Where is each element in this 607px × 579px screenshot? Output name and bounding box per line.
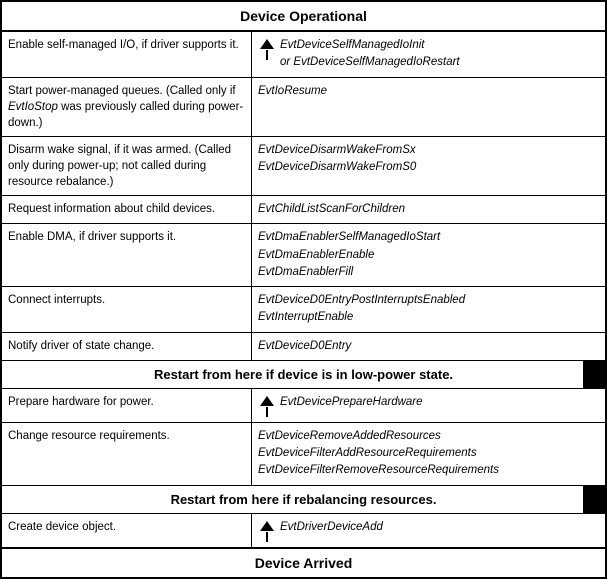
arrow-line bbox=[266, 407, 268, 417]
left-cell: Change resource requirements. bbox=[2, 423, 252, 485]
right-cell-text: EvtIoResume bbox=[258, 83, 599, 100]
right-cell: EvtDmaEnablerSelfManagedIoStartEvtDmaEna… bbox=[252, 224, 605, 286]
arrow-line bbox=[266, 50, 268, 60]
left-cell: Connect interrupts. bbox=[2, 287, 252, 332]
left-cell: Disarm wake signal, if it was armed. (Ca… bbox=[2, 137, 252, 195]
arrow-head bbox=[260, 396, 274, 406]
left-cell: Create device object. bbox=[2, 514, 252, 547]
arrow-up-icon bbox=[258, 394, 276, 417]
rows-group-1: Enable self-managed I/O, if driver suppo… bbox=[2, 32, 605, 360]
header-title: Device Operational bbox=[240, 8, 367, 24]
rows-group-2: Prepare hardware for power. EvtDevicePrep… bbox=[2, 389, 605, 485]
footer: Device Arrived bbox=[2, 547, 605, 577]
right-cell: EvtDevicePrepareHardware bbox=[252, 389, 605, 422]
arrow-head bbox=[260, 39, 274, 49]
table-row: Disarm wake signal, if it was armed. (Ca… bbox=[2, 137, 605, 196]
table-row: Change resource requirements.EvtDeviceRe… bbox=[2, 423, 605, 485]
arrow-line bbox=[266, 532, 268, 542]
right-cell: EvtChildListScanForChildren bbox=[252, 196, 605, 223]
table-row: Start power-managed queues. (Called only… bbox=[2, 78, 605, 137]
banner-rebalancing: Restart from here if rebalancing resourc… bbox=[2, 485, 605, 514]
left-cell: Request information about child devices. bbox=[2, 196, 252, 223]
right-cell-text: EvtDmaEnablerSelfManagedIoStartEvtDmaEna… bbox=[258, 229, 599, 281]
right-cell-text: EvtDriverDeviceAdd bbox=[280, 519, 599, 536]
left-cell: Notify driver of state change. bbox=[2, 333, 252, 360]
right-cell-text: EvtDevicePrepareHardware bbox=[280, 394, 599, 411]
right-cell: EvtDeviceDisarmWakeFromSxEvtDeviceDisarm… bbox=[252, 137, 605, 195]
right-cell-text: EvtDeviceD0EntryPostInterruptsEnabledEvt… bbox=[258, 292, 599, 327]
arrow-up-icon bbox=[258, 37, 276, 60]
banner-low-power-text: Restart from here if device is in low-po… bbox=[154, 367, 453, 382]
left-cell: Enable self-managed I/O, if driver suppo… bbox=[2, 32, 252, 77]
table-row: Connect interrupts.EvtDeviceD0EntryPostI… bbox=[2, 287, 605, 333]
right-cell-text: EvtChildListScanForChildren bbox=[258, 201, 599, 218]
table-row: Prepare hardware for power. EvtDevicePrep… bbox=[2, 389, 605, 423]
header: Device Operational bbox=[2, 2, 605, 32]
rows-group-3: Create device object. EvtDriverDeviceAdd bbox=[2, 514, 605, 547]
table-row: Enable self-managed I/O, if driver suppo… bbox=[2, 32, 605, 78]
arrow-up-icon bbox=[258, 519, 276, 542]
arrow-head bbox=[260, 521, 274, 531]
main-container: Device Operational Enable self-managed I… bbox=[0, 0, 607, 579]
table-row: Enable DMA, if driver supports it.EvtDma… bbox=[2, 224, 605, 287]
right-cell: EvtIoResume bbox=[252, 78, 605, 136]
right-cell: EvtDeviceD0Entry bbox=[252, 333, 605, 360]
right-cell: EvtDeviceSelfManagedIoInitor EvtDeviceSe… bbox=[252, 32, 605, 77]
black-box-2 bbox=[583, 486, 605, 513]
right-cell: EvtDriverDeviceAdd bbox=[252, 514, 605, 547]
table-row: Create device object. EvtDriverDeviceAdd bbox=[2, 514, 605, 547]
left-cell: Enable DMA, if driver supports it. bbox=[2, 224, 252, 286]
left-cell: Prepare hardware for power. bbox=[2, 389, 252, 422]
black-box-1 bbox=[583, 361, 605, 388]
right-cell-text: EvtDeviceDisarmWakeFromSxEvtDeviceDisarm… bbox=[258, 142, 599, 177]
right-cell: EvtDeviceD0EntryPostInterruptsEnabledEvt… bbox=[252, 287, 605, 332]
banner-low-power: Restart from here if device is in low-po… bbox=[2, 360, 605, 389]
right-cell-text: EvtDeviceSelfManagedIoInitor EvtDeviceSe… bbox=[280, 37, 599, 72]
footer-title: Device Arrived bbox=[255, 555, 353, 571]
banner-rebalancing-text: Restart from here if rebalancing resourc… bbox=[171, 492, 437, 507]
right-cell-text: EvtDeviceRemoveAddedResourcesEvtDeviceFi… bbox=[258, 428, 599, 480]
right-cell: EvtDeviceRemoveAddedResourcesEvtDeviceFi… bbox=[252, 423, 605, 485]
left-cell: Start power-managed queues. (Called only… bbox=[2, 78, 252, 136]
right-cell-text: EvtDeviceD0Entry bbox=[258, 338, 599, 355]
table-row: Request information about child devices.… bbox=[2, 196, 605, 224]
table-row: Notify driver of state change. EvtDeviceD… bbox=[2, 333, 605, 360]
